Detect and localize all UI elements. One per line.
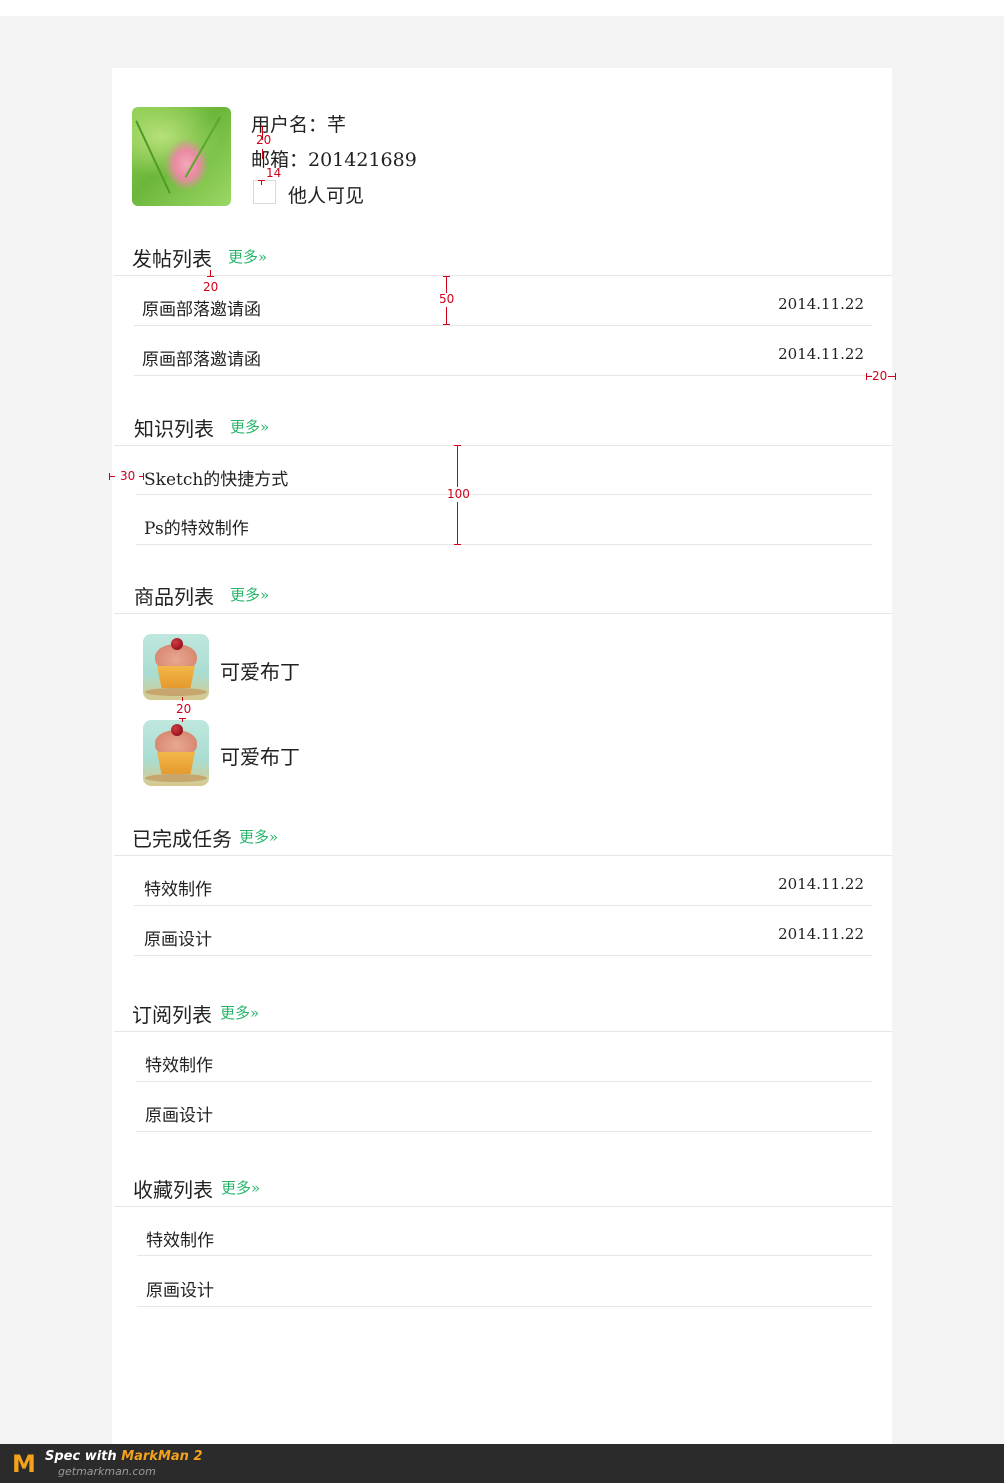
subscriptions-section-title: 订阅列表: [132, 1003, 212, 1027]
measure-line: [446, 276, 447, 293]
row-divider: [136, 1081, 872, 1082]
measure-label: 20: [176, 702, 192, 716]
post-row-title[interactable]: 原画部落邀请函: [142, 295, 261, 320]
measure-label: 20: [203, 280, 219, 294]
measure-line: [182, 718, 183, 722]
cupcake-cherry: [171, 724, 183, 736]
task-row-date: 2014.11.22: [778, 875, 864, 893]
measure-label: 100: [447, 487, 470, 501]
tasks-section-title: 已完成任务: [132, 827, 232, 851]
favorites-more-link[interactable]: 更多»: [221, 1177, 260, 1198]
task-row-date: 2014.11.22: [778, 925, 864, 943]
post-row-date: 2014.11.22: [778, 345, 864, 363]
knowledge-row-title[interactable]: Ps的特效制作: [144, 514, 249, 539]
products-more-link[interactable]: 更多»: [230, 584, 269, 605]
measure-line: [457, 445, 458, 487]
tasks-more-link[interactable]: 更多»: [239, 826, 278, 847]
subscription-row-title[interactable]: 原画设计: [145, 1101, 213, 1126]
post-row-date: 2014.11.22: [778, 295, 864, 313]
measure-line: [109, 476, 115, 477]
measure-line: [888, 376, 895, 377]
row-divider: [136, 1131, 872, 1132]
subscriptions-more-link[interactable]: 更多»: [220, 1002, 259, 1023]
knowledge-more-link[interactable]: 更多»: [230, 416, 269, 437]
cupcake-plate: [145, 774, 207, 782]
measure-label: 20: [256, 133, 272, 147]
knowledge-section-title: 知识列表: [134, 417, 214, 441]
favorite-row-title[interactable]: 特效制作: [146, 1226, 214, 1251]
cupcake-image[interactable]: [143, 634, 209, 700]
products-section-title: 商品列表: [134, 585, 214, 609]
posts-section-title: 发帖列表: [132, 247, 212, 271]
markman-logo-icon: M: [12, 1450, 36, 1478]
avatar-stem: [184, 116, 222, 178]
measure-label: 14: [266, 166, 282, 180]
measure-label: 30: [120, 469, 136, 483]
section-divider: [114, 855, 892, 856]
footer-title: Spec with MarkMan 2: [45, 1449, 203, 1464]
measure-cap: [454, 544, 461, 545]
product-name[interactable]: 可爱布丁: [220, 656, 300, 685]
footer-url[interactable]: getmarkman.com: [58, 1465, 156, 1478]
section-divider: [114, 445, 892, 446]
measure-line: [182, 697, 183, 701]
post-row-title[interactable]: 原画部落邀请函: [142, 345, 261, 370]
task-row-title[interactable]: 特效制作: [144, 875, 212, 900]
measure-line: [262, 149, 263, 159]
row-divider: [134, 905, 872, 906]
measure-cap: [443, 324, 450, 325]
section-divider: [114, 1206, 892, 1207]
cupcake-base: [157, 666, 195, 688]
row-divider: [134, 325, 872, 326]
footer-title-prefix: Spec with: [45, 1449, 122, 1464]
markman-footer: M Spec with MarkMan 2 getmarkman.com: [0, 1444, 1004, 1483]
section-divider: [114, 613, 892, 614]
knowledge-row-title[interactable]: Sketch的快捷方式: [144, 465, 288, 490]
avatar[interactable]: [132, 107, 231, 206]
visibility-label: 他人可见: [288, 185, 365, 207]
task-row-title[interactable]: 原画设计: [144, 925, 212, 950]
cupcake-image[interactable]: [143, 720, 209, 786]
product-name[interactable]: 可爱布丁: [220, 741, 300, 770]
measure-line: [261, 180, 262, 185]
row-divider: [137, 1306, 872, 1307]
subscription-row-title[interactable]: 特效制作: [145, 1051, 213, 1076]
row-divider: [137, 1255, 872, 1256]
row-divider: [134, 955, 872, 956]
favorites-section-title: 收藏列表: [133, 1178, 213, 1202]
measure-line: [457, 502, 458, 544]
cupcake-base: [157, 752, 195, 774]
measure-label: 20: [872, 369, 888, 383]
posts-more-link[interactable]: 更多»: [228, 246, 267, 267]
section-divider: [114, 275, 892, 276]
favorite-row-title[interactable]: 原画设计: [146, 1276, 214, 1301]
visibility-checkbox[interactable]: [253, 180, 276, 204]
measure-line: [446, 307, 447, 324]
avatar-stem: [135, 120, 171, 194]
measure-cap: [895, 373, 896, 380]
row-divider: [134, 375, 872, 376]
measure-label: 50: [439, 292, 455, 306]
cupcake-cherry: [171, 638, 183, 650]
section-divider: [114, 1031, 892, 1032]
row-divider: [136, 494, 872, 495]
footer-brand: MarkMan 2: [121, 1449, 203, 1464]
row-divider: [136, 544, 872, 545]
cupcake-plate: [145, 688, 207, 696]
measure-cap: [143, 473, 144, 480]
measure-cap: [207, 276, 214, 277]
